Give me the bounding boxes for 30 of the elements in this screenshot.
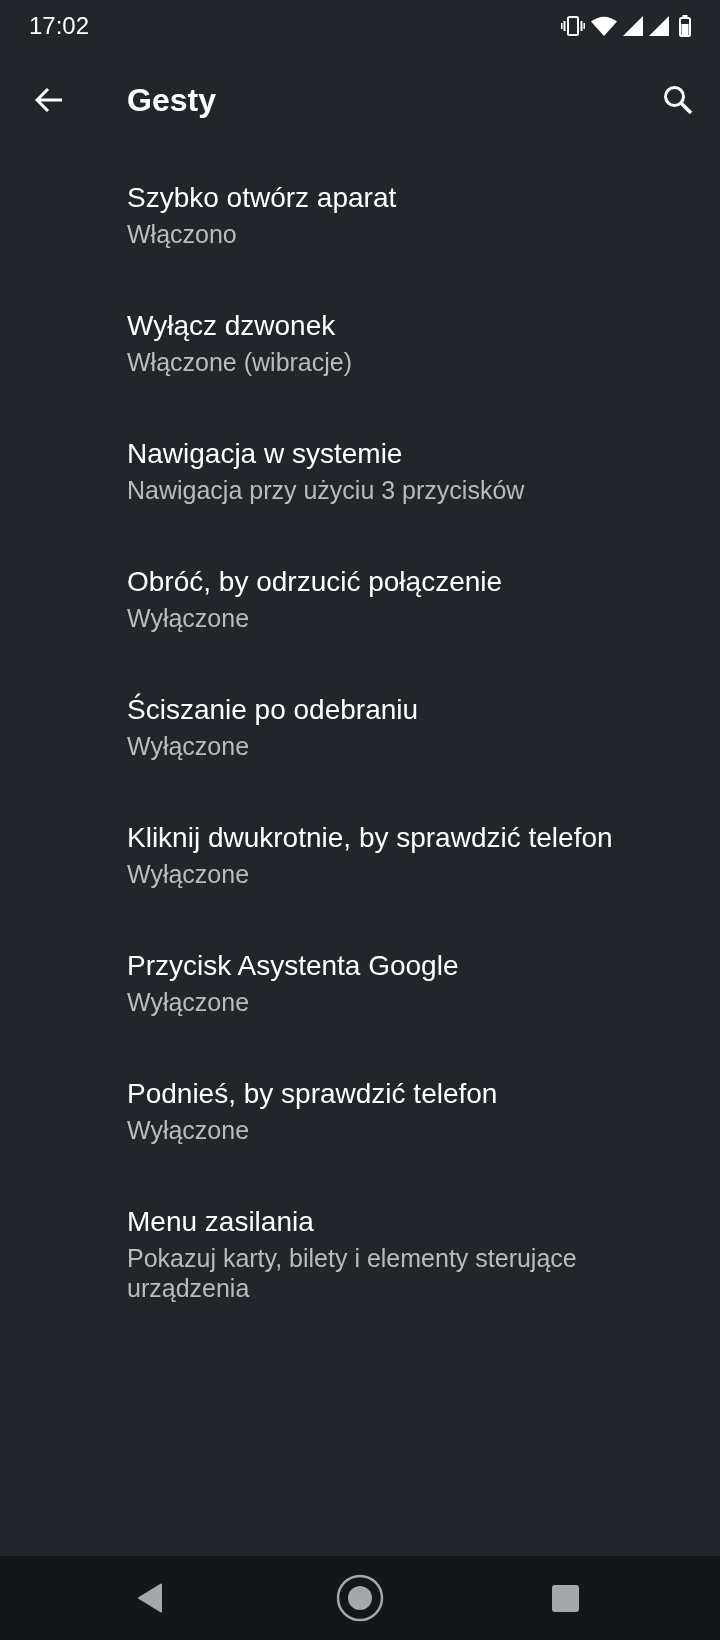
wifi-icon	[591, 16, 617, 36]
setting-summary: Wyłączone	[127, 1115, 250, 1145]
signal-icon	[649, 16, 669, 36]
vibrate-icon	[561, 16, 585, 36]
back-arrow-icon	[35, 87, 63, 113]
setting-summary: Włączono	[127, 219, 237, 249]
setting-summary: Wyłączone	[127, 603, 250, 633]
setting-title[interactable]: Wyłącz dzwonek	[127, 309, 336, 343]
setting-title[interactable]: Szybko otwórz aparat	[127, 181, 397, 215]
back-triangle-icon[interactable]	[137, 1583, 163, 1613]
status-time: 17:02	[29, 11, 90, 41]
setting-summary: Włączone (wibracje)	[127, 347, 353, 377]
home-circle-icon[interactable]	[336, 1574, 384, 1622]
signal-icon	[623, 16, 643, 36]
setting-summary: Pokazuj karty, bilety i elementy sterujące urządzenia	[127, 1243, 578, 1303]
battery-icon	[679, 15, 691, 37]
setting-title[interactable]: Nawigacja w systemie	[127, 437, 403, 471]
search-icon	[663, 85, 693, 115]
setting-summary: Nawigacja przy użyciu 3 przycisków	[127, 475, 525, 505]
setting-summary: Wyłączone	[127, 987, 250, 1017]
toolbar-title: Gesty	[127, 81, 217, 120]
setting-title[interactable]: Podnieś, by sprawdzić telefon	[127, 1077, 498, 1111]
recents-square-icon[interactable]	[552, 1584, 579, 1612]
setting-title[interactable]: Menu zasilania	[127, 1205, 314, 1239]
setting-summary: Wyłączone	[127, 731, 250, 761]
setting-title[interactable]: Obróć, by odrzucić połączenie	[127, 565, 503, 599]
setting-title[interactable]: Kliknij dwukrotnie, by sprawdzić telefon	[127, 821, 613, 855]
setting-title[interactable]: Ściszanie po odebraniu	[127, 693, 419, 727]
setting-summary: Wyłączone	[127, 859, 250, 889]
setting-title[interactable]: Przycisk Asystenta Google	[127, 949, 459, 983]
